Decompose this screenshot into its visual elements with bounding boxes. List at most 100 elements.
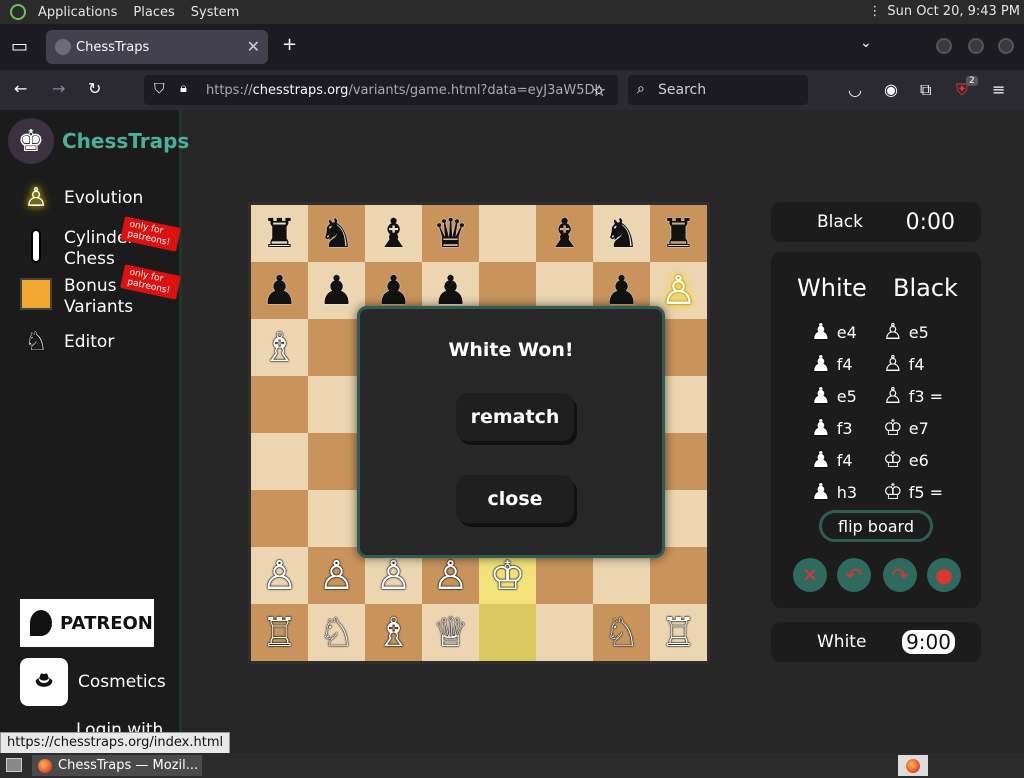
list-tabs-chevron-icon[interactable]: ⌄ [860, 35, 872, 51]
black-knight-icon[interactable]: ♞ [319, 214, 355, 254]
board-square[interactable]: ♘ [593, 604, 650, 661]
system-clock[interactable]: ⋮ Sun Oct 20, 9:43 PM [868, 4, 1020, 19]
white-king-icon[interactable]: ♔ [490, 556, 526, 596]
white-knight-icon[interactable]: ♘ [319, 613, 355, 653]
black-move[interactable]: ♙ f3 = [883, 384, 943, 409]
white-move[interactable]: ♟ f4 [811, 352, 853, 377]
white-knight-icon[interactable]: ♘ [604, 613, 640, 653]
hamburger-menu-icon[interactable]: ≡ [992, 80, 1005, 99]
board-square[interactable]: ♗ [365, 604, 422, 661]
board-square[interactable]: ♗ [251, 319, 308, 376]
menu-applications[interactable]: Applications [38, 5, 117, 20]
resign-x-icon[interactable]: ✕ [793, 558, 827, 592]
board-square[interactable]: ♜ [650, 205, 707, 262]
board-square[interactable]: ♝ [365, 205, 422, 262]
sidebar-item-bonus-variants[interactable]: Bonus Variants [18, 276, 133, 318]
board-square[interactable]: ♕ [422, 604, 479, 661]
evolved-pawn-icon[interactable]: ♙ [661, 271, 697, 311]
white-pawn-icon[interactable]: ♙ [262, 556, 298, 596]
white-move[interactable]: ♟ e5 [811, 384, 857, 409]
board-square[interactable] [536, 604, 593, 661]
board-square[interactable]: ♘ [308, 604, 365, 661]
black-pawn-icon[interactable]: ♟ [262, 271, 298, 311]
white-pawn-icon[interactable]: ♙ [433, 556, 469, 596]
close-button[interactable]: close [456, 475, 574, 523]
menu-system[interactable]: System [191, 5, 239, 20]
white-pawn-icon[interactable]: ♙ [376, 556, 412, 596]
sidebar-item-evolution[interactable]: ♙ Evolution [18, 180, 143, 216]
board-square[interactable]: ♖ [650, 604, 707, 661]
board-square[interactable]: ♜ [251, 205, 308, 262]
close-tab-icon[interactable]: ✕ [247, 37, 260, 56]
board-square[interactable] [251, 490, 308, 547]
close-window-icon[interactable] [998, 38, 1014, 54]
settings-circle-icon[interactable]: ● [927, 558, 961, 592]
flip-board-button[interactable]: flip board [819, 510, 933, 542]
board-square[interactable]: ♙ [251, 547, 308, 604]
board-square[interactable]: ♖ [251, 604, 308, 661]
board-square[interactable]: ♟ [308, 262, 365, 319]
undo-arrow-icon[interactable]: ↶ [837, 558, 871, 592]
black-rook-icon[interactable]: ♜ [661, 214, 697, 254]
black-pawn-icon[interactable]: ♟ [376, 271, 412, 311]
maximize-window-icon[interactable] [968, 38, 984, 54]
url-bar[interactable]: ⛉ 🔒︎ https://chesstraps.org/variants/gam… [144, 75, 618, 105]
back-arrow-icon[interactable]: ← [14, 79, 27, 98]
applications-icon[interactable] [10, 4, 26, 20]
board-square[interactable]: ♞ [593, 205, 650, 262]
black-move[interactable]: ♙ f4 [883, 352, 925, 377]
pocket-icon[interactable]: ◡ [848, 80, 862, 99]
white-pawn-icon[interactable]: ♙ [319, 556, 355, 596]
black-bishop-icon[interactable]: ♝ [547, 214, 583, 254]
taskbar-firefox-window[interactable]: ChessTraps — Mozil... [32, 755, 202, 776]
reload-icon[interactable]: ↻ [88, 79, 101, 98]
workspace-switcher[interactable] [898, 755, 928, 776]
board-square[interactable]: ♛ [422, 205, 479, 262]
white-rook-icon[interactable]: ♖ [262, 613, 298, 653]
white-move[interactable]: ♟ e4 [811, 320, 857, 345]
black-bishop-icon[interactable]: ♝ [376, 214, 412, 254]
sidebar-item-cylinder-chess[interactable]: Cylinder Chess [18, 228, 134, 270]
rematch-button[interactable]: rematch [456, 393, 574, 441]
redo-arrow-icon[interactable]: ↷ [883, 558, 917, 592]
white-move[interactable]: ♟ f4 [811, 448, 853, 473]
extensions-icon[interactable]: ⧉ [920, 80, 931, 100]
board-square[interactable]: ♙ [308, 547, 365, 604]
white-move[interactable]: ♟ h3 [811, 480, 857, 505]
patreon-button[interactable]: PATREON [20, 599, 154, 647]
black-move[interactable]: ♙ e5 [883, 320, 929, 345]
black-knight-icon[interactable]: ♞ [604, 214, 640, 254]
board-square[interactable]: ♞ [308, 205, 365, 262]
white-queen-icon[interactable]: ♕ [433, 613, 469, 653]
black-move[interactable]: ♔ e7 [883, 416, 929, 441]
black-rook-icon[interactable]: ♜ [262, 214, 298, 254]
shield-icon[interactable]: ⛉ [154, 81, 165, 97]
sidebar-item-editor[interactable]: ♘ Editor [18, 324, 114, 360]
new-tab-icon[interactable]: + [282, 34, 297, 55]
account-icon[interactable]: ◉ [884, 80, 898, 99]
board-square[interactable] [479, 205, 536, 262]
tab-chesstraps[interactable]: ChessTraps ✕ [46, 30, 268, 64]
white-bishop-icon[interactable]: ♗ [262, 328, 298, 368]
forward-arrow-icon[interactable]: → [52, 79, 65, 98]
search-input[interactable]: ⌕ Search [628, 75, 808, 105]
black-pawn-icon[interactable]: ♟ [433, 271, 469, 311]
white-move[interactable]: ♟ f3 [811, 416, 853, 441]
board-square[interactable] [251, 433, 308, 490]
board-square[interactable]: ♝ [536, 205, 593, 262]
show-desktop-icon[interactable] [6, 758, 22, 772]
black-move[interactable]: ♔ f5 = [883, 480, 943, 505]
black-pawn-icon[interactable]: ♟ [319, 271, 355, 311]
board-square[interactable]: ♟ [251, 262, 308, 319]
white-rook-icon[interactable]: ♖ [661, 613, 697, 653]
menu-places[interactable]: Places [133, 5, 174, 20]
board-square[interactable] [479, 604, 536, 661]
white-bishop-icon[interactable]: ♗ [376, 613, 412, 653]
bookmark-star-icon[interactable]: ☆ [592, 81, 606, 100]
brand[interactable]: ♚ ChessTraps [8, 118, 189, 164]
black-queen-icon[interactable]: ♛ [433, 214, 469, 254]
board-square[interactable] [251, 376, 308, 433]
black-pawn-icon[interactable]: ♟ [604, 271, 640, 311]
lock-icon[interactable]: 🔒︎ [180, 81, 187, 96]
black-move[interactable]: ♔ e6 [883, 448, 929, 473]
